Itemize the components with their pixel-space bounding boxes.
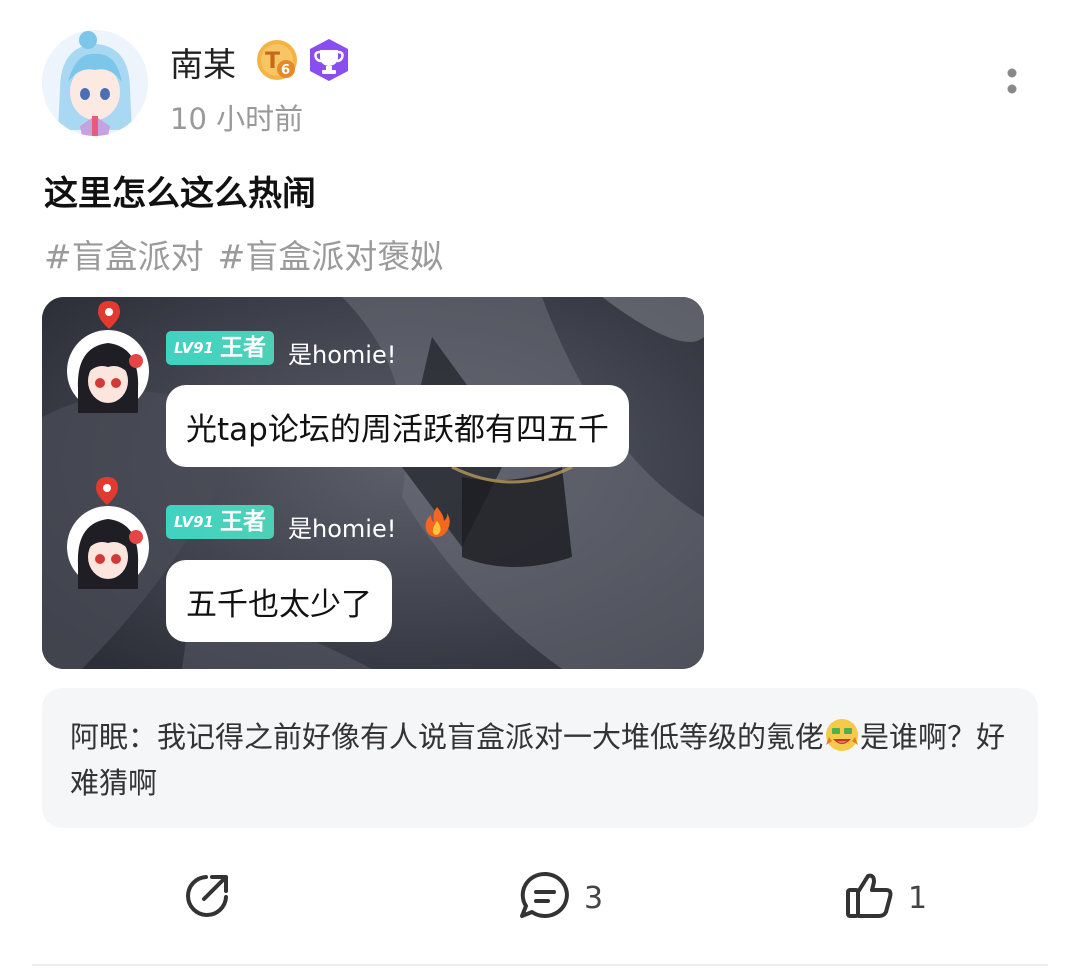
chat-bubble: 五千也太少了 bbox=[166, 560, 392, 642]
svg-text:6: 6 bbox=[281, 63, 290, 78]
like-button[interactable]: 1 bbox=[844, 868, 927, 928]
rank-text: 王者 bbox=[219, 335, 266, 361]
post-tags: #盲盒派对 #盲盒派对褒姒 bbox=[44, 230, 443, 278]
like-count: 1 bbox=[908, 880, 928, 916]
comment-text: 我记得之前好像有人说盲盒派对一大堆低等级的氪佬 bbox=[157, 720, 825, 754]
share-button[interactable] bbox=[182, 868, 232, 928]
comment-separator: ： bbox=[128, 720, 158, 754]
level-badge: LV91 王者 bbox=[166, 505, 274, 539]
comment-author[interactable]: 阿眠 bbox=[70, 720, 128, 754]
chat-nickname: 是homie! bbox=[288, 341, 397, 369]
post-image[interactable]: LV91 王者 是homie! 光tap论坛的周活跃都有四五千 LV91 王者 … bbox=[42, 297, 704, 669]
comment-button[interactable]: 3 bbox=[518, 868, 603, 928]
thumbs-up-icon bbox=[844, 870, 896, 926]
chat-nickname: 是homie! bbox=[288, 515, 397, 543]
author-avatar[interactable] bbox=[42, 30, 148, 136]
divider bbox=[32, 964, 1048, 966]
tag-link[interactable]: #盲盒派对 bbox=[44, 230, 204, 278]
level-text: LV91 bbox=[174, 339, 214, 357]
post-title: 这里怎么这么热闹 bbox=[44, 174, 316, 214]
comment-icon bbox=[518, 870, 572, 926]
level-text: LV91 bbox=[174, 513, 214, 531]
location-pin-icon bbox=[96, 477, 118, 505]
chat-message-text: 五千也太少了 bbox=[186, 586, 372, 623]
more-options-icon[interactable] bbox=[990, 62, 1034, 102]
money-face-emoji-icon bbox=[824, 717, 860, 753]
chat-user-avatar bbox=[66, 329, 150, 413]
chat-bubble: 光tap论坛的周活跃都有四五千 bbox=[166, 385, 629, 467]
t6-badge-icon: T 6 bbox=[255, 38, 299, 82]
trophy-badge-icon bbox=[306, 37, 352, 83]
author-name[interactable]: 南某 bbox=[170, 38, 236, 86]
chat-message-text: 光tap论坛的周活跃都有四五千 bbox=[186, 411, 609, 448]
fire-icon bbox=[424, 507, 450, 537]
chat-user-avatar bbox=[66, 505, 150, 589]
comment-count: 3 bbox=[584, 880, 604, 916]
level-badge: LV91 王者 bbox=[166, 331, 274, 365]
tag-link[interactable]: #盲盒派对褒姒 bbox=[218, 230, 444, 278]
post-time: 10 小时前 bbox=[170, 102, 304, 136]
location-pin-icon bbox=[98, 301, 120, 329]
rank-text: 王者 bbox=[219, 509, 266, 535]
share-icon bbox=[182, 871, 232, 925]
comment-preview[interactable]: 阿眠：我记得之前好像有人说盲盒派对一大堆低等级的氪佬 是谁啊？好难猜啊 bbox=[42, 688, 1038, 828]
